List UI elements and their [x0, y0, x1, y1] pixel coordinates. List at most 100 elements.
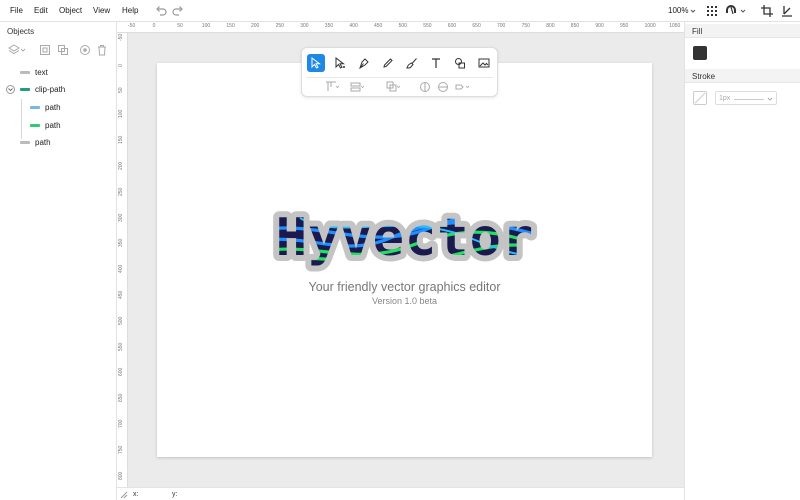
menu-edit[interactable]: Edit [34, 6, 48, 15]
ruler-tick-label: 700 [118, 419, 124, 428]
ruler-tick-label: 250 [275, 23, 284, 29]
ruler-tick-label: -50 [128, 23, 136, 29]
menubar: File Edit Object View Help 100% [0, 0, 800, 22]
path-thumbnail [30, 124, 40, 127]
stroke-label: Stroke [692, 72, 716, 81]
ruler-tick-label: 400 [118, 264, 124, 274]
tree-item-label: path [35, 138, 51, 147]
status-bar: x: y: [117, 487, 684, 500]
stroke-width-value: 1px [719, 95, 731, 102]
ruler-tick-label: 0 [152, 23, 156, 29]
tree-item-label: path [45, 121, 61, 130]
ruler-tick-label: 450 [118, 290, 124, 299]
select-tool[interactable] [307, 54, 325, 72]
transform-icon[interactable] [455, 81, 470, 93]
ruler-tick-label: 700 [497, 23, 506, 29]
cursor-y-label: y: [172, 491, 178, 498]
properties-panel: Fill Stroke 1px [684, 22, 800, 500]
redo-icon[interactable] [171, 4, 185, 18]
ruler-tick-label: 0 [118, 64, 124, 67]
tree-item-clip-path[interactable]: clip-path [0, 82, 116, 98]
vertical-ruler: -50 0 50 100 150 200 250 300 350 400 450 500 550 600 6… [117, 33, 128, 487]
ruler-tick-label: 500 [118, 316, 124, 325]
fill-label: Fill [692, 27, 703, 36]
tree-item-path[interactable]: path [0, 100, 116, 116]
snap-chevron-down-icon[interactable] [740, 7, 746, 13]
objects-panel: Objects text clip-path path path path [0, 22, 117, 500]
zoom-chevron-down-icon[interactable] [690, 7, 696, 13]
horizontal-ruler: -50 0 50 100 150 200 250 300 350 400 450 500 550 600 6… [117, 22, 684, 33]
ruler-tick-label: 300 [300, 23, 309, 29]
tree-item-label: text [35, 68, 48, 77]
stroke-color-swatch[interactable] [693, 91, 707, 105]
pencil-tool[interactable] [379, 54, 397, 72]
stroke-section-header: Stroke [685, 69, 800, 83]
flip-horizontal-icon[interactable] [419, 81, 433, 93]
ruler-tick-label: 750 [118, 445, 124, 454]
ruler-tick-label: 750 [521, 23, 530, 29]
grid-icon[interactable] [705, 4, 719, 18]
ruler-tick-label: 50 [177, 23, 183, 29]
ungroup-icon[interactable] [57, 44, 69, 56]
canvas-subtitle[interactable]: Your friendly vector graphics editor [157, 280, 652, 294]
ruler-tick-label: 650 [118, 393, 124, 403]
fill-color-swatch[interactable] [693, 46, 707, 60]
layers-icon[interactable] [8, 44, 20, 56]
flip-vertical-icon[interactable] [437, 81, 451, 93]
zoom-level[interactable]: 100% [668, 6, 688, 15]
ruler-tick-label: 550 [118, 342, 124, 351]
ruler-tick-label: 1000 [644, 23, 656, 29]
menu-object[interactable]: Object [59, 6, 82, 15]
fill-section-header: Fill [685, 24, 800, 38]
text-thumbnail [20, 71, 30, 74]
ruler-tick-label: 500 [398, 23, 407, 29]
trash-icon[interactable] [96, 44, 108, 56]
align-top-icon[interactable] [325, 81, 340, 93]
tree-item-text[interactable]: text [0, 65, 116, 81]
pen-tool[interactable] [355, 54, 373, 72]
menu-view[interactable]: View [93, 6, 110, 15]
menu-file[interactable]: File [10, 6, 23, 15]
ruler-tick-label: -50 [118, 33, 124, 41]
ruler-tick-label: 250 [118, 187, 124, 196]
crop-icon[interactable] [760, 4, 774, 18]
ruler-tick-label: 200 [251, 23, 260, 29]
ruler-tick-label: 50 [118, 87, 124, 93]
objects-panel-title: Objects [7, 27, 35, 36]
mask-icon[interactable] [79, 44, 91, 56]
ruler-tick-label: 350 [118, 239, 124, 248]
ruler-tick-label: 550 [423, 23, 432, 29]
resize-handle-icon[interactable] [120, 491, 128, 500]
ruler-tick-label: 450 [374, 23, 383, 29]
group-icon[interactable] [39, 44, 51, 56]
stroke-chevron-down-icon [767, 97, 773, 101]
brush-tool[interactable] [403, 54, 421, 72]
canvas-version[interactable]: Version 1.0 beta [157, 296, 652, 306]
path-thumbnail [20, 141, 30, 144]
boolean-icon[interactable] [386, 81, 401, 93]
ruler-tick-label: 350 [324, 23, 334, 29]
shapes-tool[interactable] [451, 54, 469, 72]
undo-icon[interactable] [154, 4, 168, 18]
menu-help[interactable]: Help [122, 6, 138, 15]
stroke-width-select[interactable]: 1px [715, 91, 777, 105]
align-bottom-icon[interactable] [780, 4, 794, 18]
ruler-tick-label: 600 [118, 368, 124, 377]
tree-item-path[interactable]: path [0, 118, 116, 134]
tree-item-path[interactable]: path [0, 135, 116, 151]
ruler-tick-label: 100 [201, 23, 211, 29]
distribute-icon[interactable] [350, 81, 365, 93]
ruler-tick-label: 800 [546, 23, 555, 29]
expand-chevron-icon[interactable] [6, 85, 15, 94]
text-tool[interactable] [427, 54, 445, 72]
ruler-tick-label: 1050 [669, 23, 681, 29]
layers-chevron-down-icon[interactable] [20, 44, 26, 56]
ruler-tick-label: 300 [118, 213, 124, 222]
hyvector-logo[interactable]: Hyvector Hyvector [240, 198, 570, 278]
image-tool[interactable] [475, 54, 493, 72]
tools-toolbar [301, 47, 498, 97]
clip-path-thumbnail [20, 88, 30, 91]
direct-select-tool[interactable] [331, 54, 349, 72]
ruler-tick-label: 200 [118, 161, 124, 170]
snap-magnet-icon[interactable] [724, 4, 738, 18]
